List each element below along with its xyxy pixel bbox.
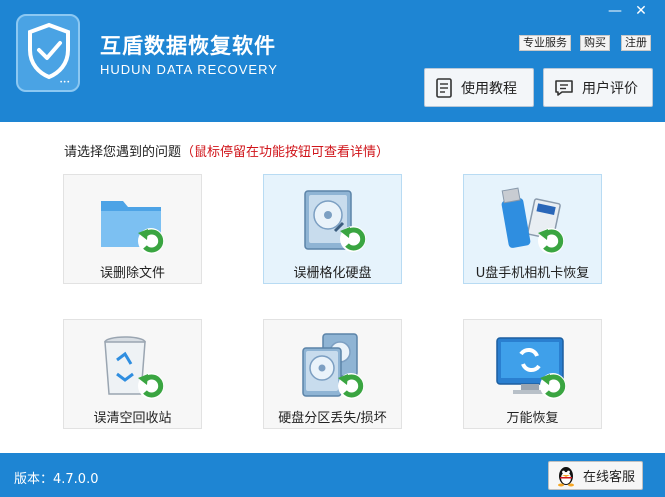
instruction-text: 请选择您遇到的问题（鼠标停留在功能按钮可查看详情） bbox=[64, 141, 389, 160]
register-link[interactable]: 注册 bbox=[621, 35, 651, 51]
option-universal-recovery[interactable]: 万能恢复 bbox=[463, 319, 602, 429]
footer-bar: 版本：4.7.0.0 在线客服 bbox=[0, 453, 665, 497]
app-logo: ••• bbox=[16, 14, 80, 92]
option-label: U盘手机相机卡恢复 bbox=[475, 266, 590, 281]
user-review-button-label: 用户评价 bbox=[582, 80, 638, 97]
option-deleted-files[interactable]: 误删除文件 bbox=[63, 174, 202, 284]
online-support-label: 在线客服 bbox=[583, 470, 636, 485]
option-label: 万能恢复 bbox=[506, 411, 559, 426]
instruction-main: 请选择您遇到的问题 bbox=[64, 145, 182, 160]
option-partition[interactable]: 硬盘分区丢失/损坏 bbox=[263, 319, 402, 429]
minimize-button[interactable]: — bbox=[604, 2, 626, 20]
app-title: 互盾数据恢复软件 bbox=[100, 34, 276, 58]
option-label: 误删除文件 bbox=[99, 266, 165, 281]
tutorial-button[interactable]: 使用教程 bbox=[424, 68, 534, 107]
comment-icon bbox=[555, 79, 573, 96]
qq-penguin-icon bbox=[558, 466, 574, 486]
close-button[interactable]: ✕ bbox=[630, 2, 652, 20]
app-subtitle: HUDUN DATA RECOVERY bbox=[100, 62, 278, 77]
folder-restore-icon bbox=[100, 201, 164, 254]
option-label: 误清空回收站 bbox=[93, 411, 172, 426]
shield-check-icon bbox=[28, 22, 70, 80]
harddisk-restore-icon bbox=[303, 190, 366, 252]
buy-link[interactable]: 购买 bbox=[580, 35, 610, 51]
option-label: 误栅格化硬盘 bbox=[293, 266, 372, 281]
document-icon bbox=[436, 77, 452, 98]
option-recycle-bin[interactable]: 误清空回收站 bbox=[63, 319, 202, 429]
user-review-button[interactable]: 用户评价 bbox=[543, 68, 653, 107]
monitor-restore-icon bbox=[495, 337, 566, 399]
professional-service-link[interactable]: 专业服务 bbox=[519, 35, 571, 51]
option-formatted-disk[interactable]: 误栅格化硬盘 bbox=[263, 174, 402, 284]
tutorial-button-label: 使用教程 bbox=[461, 80, 517, 97]
usb-sdcard-restore-icon bbox=[501, 187, 564, 254]
partition-restore-icon bbox=[301, 333, 364, 399]
instruction-hint: （鼠标停留在功能按钮可查看详情） bbox=[181, 145, 390, 160]
recycle-bin-restore-icon bbox=[103, 336, 164, 399]
header-bar: ••• 互盾数据恢复软件 HUDUN DATA RECOVERY — ✕ 专业服… bbox=[0, 0, 665, 122]
option-usb-card[interactable]: U盘手机相机卡恢复 bbox=[463, 174, 602, 284]
option-label: 硬盘分区丢失/损坏 bbox=[278, 411, 387, 426]
online-support-button[interactable]: 在线客服 bbox=[548, 461, 643, 490]
version-text: 版本：4.7.0.0 bbox=[14, 472, 99, 487]
